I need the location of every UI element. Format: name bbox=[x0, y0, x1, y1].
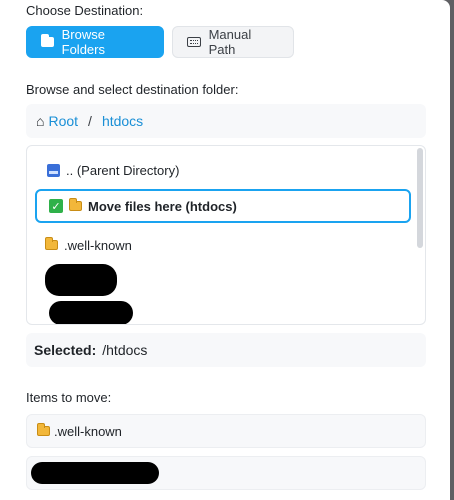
parent-directory-label: .. (Parent Directory) bbox=[66, 162, 180, 178]
scrollbar[interactable] bbox=[417, 148, 423, 248]
keyboard-icon bbox=[187, 37, 201, 47]
move-here-label: Move files here (htdocs) bbox=[88, 198, 237, 214]
move-item-label: .well-known bbox=[54, 423, 122, 439]
redacted-folder-item bbox=[49, 301, 133, 324]
move-item-well-known: .well-known bbox=[26, 414, 426, 448]
parent-directory-item[interactable]: .. (Parent Directory) bbox=[47, 158, 425, 182]
checkmark-icon: ✓ bbox=[49, 199, 63, 213]
move-dialog: Choose Destination: Browse Folders Manua… bbox=[0, 0, 450, 500]
browse-folders-label: Browse Folders bbox=[61, 27, 105, 57]
move-item-redacted bbox=[26, 456, 426, 490]
folder-item-well-known[interactable]: .well-known bbox=[45, 234, 425, 256]
redacted-item bbox=[31, 462, 159, 484]
selected-path: Selected: /htdocs bbox=[26, 333, 426, 367]
browse-folders-button[interactable]: Browse Folders bbox=[26, 26, 164, 58]
choose-destination-label: Choose Destination: bbox=[26, 3, 144, 18]
redacted-folder-item bbox=[45, 264, 117, 296]
manual-path-label: Manual Path bbox=[208, 27, 252, 57]
folder-icon bbox=[41, 34, 54, 47]
move-here-item[interactable]: ✓ Move files here (htdocs) bbox=[35, 189, 411, 223]
folder-icon bbox=[45, 237, 58, 250]
home-icon: ⌂ bbox=[36, 113, 45, 129]
breadcrumb-htdocs[interactable]: htdocs bbox=[102, 113, 143, 129]
browse-label: Browse and select destination folder: bbox=[26, 82, 239, 97]
breadcrumb-root[interactable]: Root bbox=[48, 113, 78, 129]
manual-path-button[interactable]: Manual Path bbox=[172, 26, 294, 58]
breadcrumb-separator: / bbox=[88, 113, 92, 129]
selected-value: /htdocs bbox=[102, 342, 148, 358]
folder-icon bbox=[37, 423, 50, 436]
parent-directory-icon bbox=[47, 163, 60, 177]
folder-item-label: .well-known bbox=[64, 237, 132, 253]
breadcrumb: ⌂ Root / htdocs bbox=[26, 104, 426, 138]
folder-icon bbox=[69, 198, 82, 211]
selected-label: Selected: bbox=[34, 342, 97, 358]
items-to-move-label: Items to move: bbox=[26, 390, 112, 405]
folder-list[interactable]: .. (Parent Directory) ✓ Move files here … bbox=[26, 145, 426, 325]
